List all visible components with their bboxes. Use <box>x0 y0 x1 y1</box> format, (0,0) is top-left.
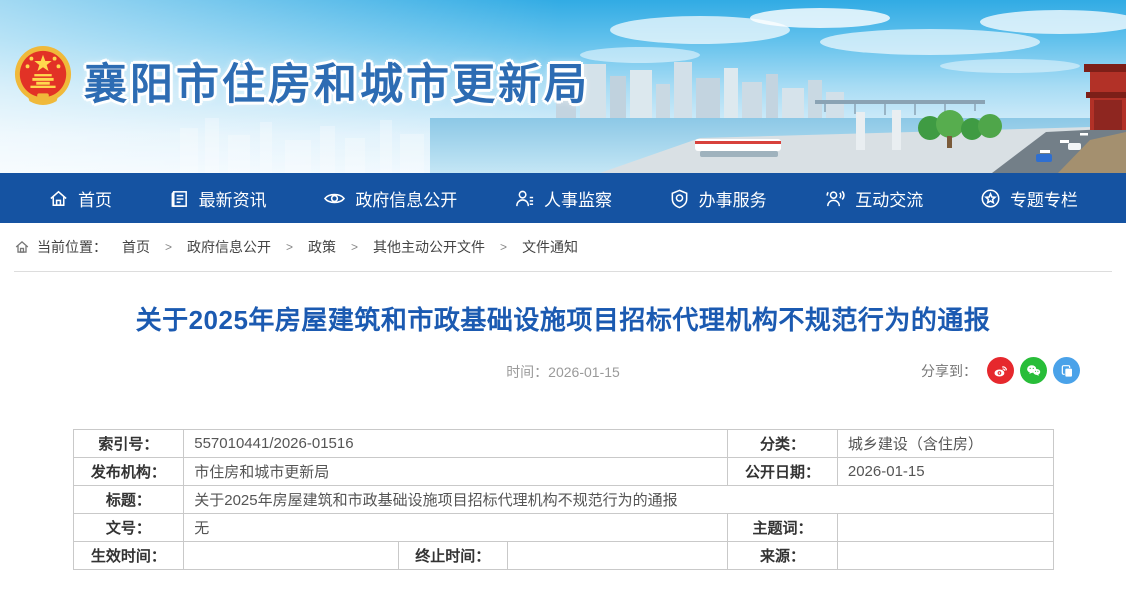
nav-item-special-columns[interactable]: 专题专栏 <box>980 186 1078 211</box>
agency-value: 市住房和城市更新局 <box>184 458 728 486</box>
site-title: 襄阳市住房和城市更新局 <box>84 50 590 112</box>
effective-value <box>184 542 399 570</box>
breadcrumb-link-info-disclosure[interactable]: 政府信息公开 <box>179 237 279 257</box>
breadcrumb-separator: > <box>351 240 358 254</box>
nav-item-home[interactable]: 首页 <box>48 186 112 211</box>
pubdate-label: 公开日期： <box>728 458 838 486</box>
copy-link-icon[interactable] <box>1053 357 1080 384</box>
expiry-value <box>507 542 728 570</box>
article-title: 关于2025年房屋建筑和市政基础设施项目招标代理机构不规范行为的通报 <box>0 300 1126 337</box>
person-icon <box>514 188 535 209</box>
nav-label: 首页 <box>78 186 112 211</box>
source-label: 来源： <box>728 542 838 570</box>
share-box: 分享到： <box>921 357 1080 384</box>
nav-item-news[interactable]: 最新资讯 <box>169 186 267 211</box>
site-banner: 襄阳市住房和城市更新局 <box>0 0 1126 173</box>
national-emblem-icon <box>14 44 72 108</box>
breadcrumb-link-other-public-docs[interactable]: 其他主动公开文件 <box>365 237 493 257</box>
table-row: 文号： 无 主题词： <box>73 514 1053 542</box>
nav-label: 人事监察 <box>544 186 612 211</box>
star-icon <box>980 188 1001 209</box>
keywords-label: 主题词： <box>728 514 838 542</box>
news-icon <box>169 188 190 209</box>
share-label: 分享到： <box>921 361 977 381</box>
article-meta-line: 时间：2026-01-15 分享到： <box>0 357 1126 387</box>
breadcrumb: 当前位置： 首页 > 政府信息公开 > 政策 > 其他主动公开文件 > 文件通知 <box>0 223 1126 271</box>
docnum-value: 无 <box>184 514 728 542</box>
nav-item-services[interactable]: 办事服务 <box>669 186 767 211</box>
nav-item-info-disclosure[interactable]: 政府信息公开 <box>323 186 457 211</box>
index-value: 557010441/2026-01516 <box>184 430 728 458</box>
breadcrumb-separator: > <box>165 240 172 254</box>
breadcrumb-link-home[interactable]: 首页 <box>114 237 158 257</box>
effective-label: 生效时间： <box>73 542 184 570</box>
nav-label: 最新资讯 <box>199 186 267 211</box>
title-value: 关于2025年房屋建筑和市政基础设施项目招标代理机构不规范行为的通报 <box>184 486 1053 514</box>
meta-table: 索引号： 557010441/2026-01516 分类： 城乡建设（含住房） … <box>73 429 1054 570</box>
wechat-share-icon[interactable] <box>1020 357 1047 384</box>
nav-label: 专题专栏 <box>1010 186 1078 211</box>
docnum-label: 文号： <box>73 514 184 542</box>
table-row: 发布机构： 市住房和城市更新局 公开日期： 2026-01-15 <box>73 458 1053 486</box>
chat-icon <box>823 188 846 209</box>
breadcrumb-location-label: 当前位置： <box>37 237 107 257</box>
shield-icon <box>669 188 690 209</box>
expiry-label: 终止时间： <box>398 542 507 570</box>
breadcrumb-link-policy[interactable]: 政策 <box>300 237 344 257</box>
breadcrumb-divider <box>14 271 1112 272</box>
main-navigation: 首页 最新资讯 政府信息公开 人事监察 办事服务 互动交流 <box>0 173 1126 223</box>
category-label: 分类： <box>728 430 838 458</box>
breadcrumb-link-doc-notice[interactable]: 文件通知 <box>514 237 586 257</box>
source-value <box>837 542 1053 570</box>
keywords-value <box>837 514 1053 542</box>
breadcrumb-separator: > <box>286 240 293 254</box>
eye-icon <box>323 188 346 209</box>
category-value: 城乡建设（含住房） <box>837 430 1053 458</box>
weibo-share-icon[interactable] <box>987 357 1014 384</box>
table-row: 标题： 关于2025年房屋建筑和市政基础设施项目招标代理机构不规范行为的通报 <box>73 486 1053 514</box>
nav-item-interaction[interactable]: 互动交流 <box>823 186 923 211</box>
index-label: 索引号： <box>73 430 184 458</box>
title-label: 标题： <box>73 486 184 514</box>
agency-label: 发布机构： <box>73 458 184 486</box>
nav-label: 互动交流 <box>855 186 923 211</box>
nav-label: 办事服务 <box>699 186 767 211</box>
home-icon <box>14 239 30 255</box>
breadcrumb-separator: > <box>500 240 507 254</box>
pubdate-value: 2026-01-15 <box>837 458 1053 486</box>
table-row: 索引号： 557010441/2026-01516 分类： 城乡建设（含住房） <box>73 430 1053 458</box>
home-icon <box>48 188 69 209</box>
nav-item-personnel[interactable]: 人事监察 <box>514 186 612 211</box>
table-row: 生效时间： 终止时间： 来源： <box>73 542 1053 570</box>
nav-label: 政府信息公开 <box>355 186 457 211</box>
